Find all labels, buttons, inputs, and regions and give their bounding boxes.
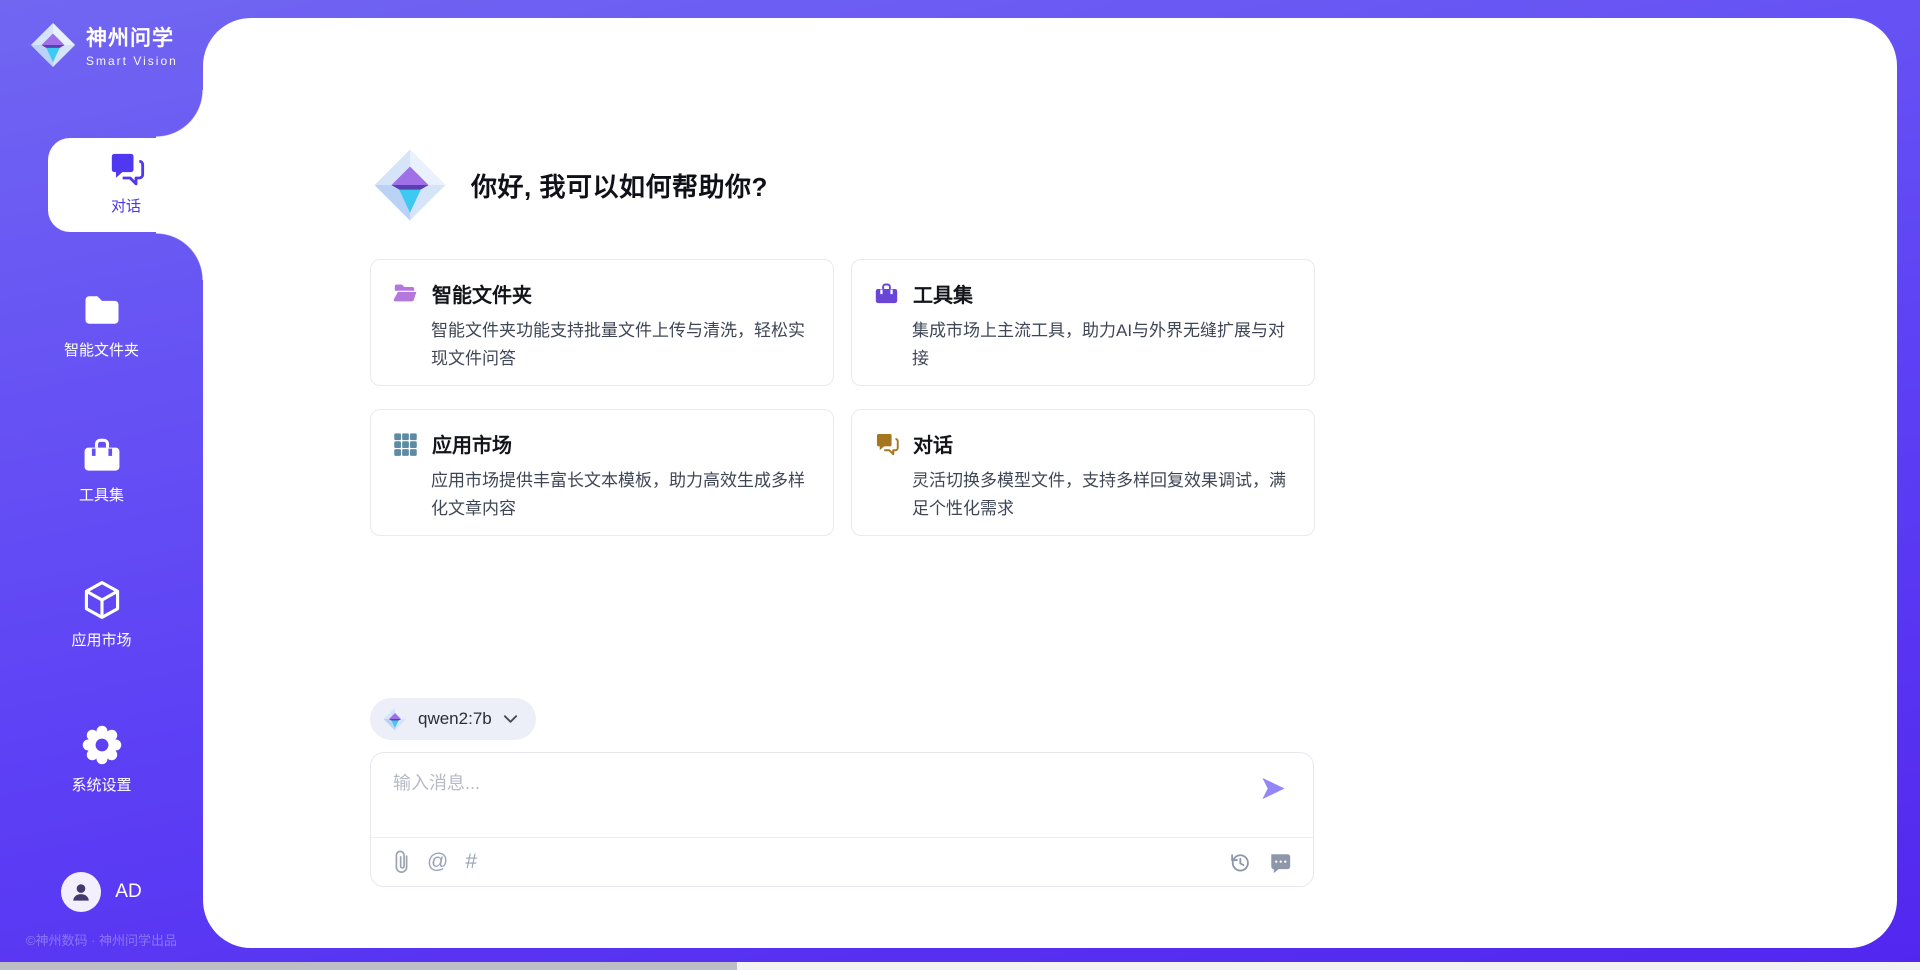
attach-button[interactable] — [393, 849, 410, 875]
scrollbar-thumb[interactable] — [0, 962, 737, 970]
gear-icon — [0, 723, 203, 767]
card-description: 应用市场提供丰富长文本模板，助力高效生成多样化文章内容 — [431, 467, 809, 523]
feature-card-toolbox[interactable]: 工具集 集成市场上主流工具，助力AI与外界无缝扩展与对接 — [851, 259, 1315, 386]
model-diamond-icon — [383, 707, 407, 731]
card-description: 智能文件夹功能支持批量文件上传与清洗，轻松实现文件问答 — [431, 317, 809, 373]
folder-open-icon — [392, 280, 419, 307]
feedback-button[interactable] — [1268, 851, 1291, 874]
sidebar-item-settings[interactable]: 系统设置 — [0, 723, 203, 795]
chat-icon — [873, 430, 900, 457]
grid-cube-icon — [392, 430, 419, 457]
greeting-title: 你好, 我可以如何帮助你? — [471, 167, 768, 204]
copyright-text: ©神州数码 · 神州问学出品 — [0, 930, 203, 949]
hash-icon: # — [465, 850, 477, 874]
paperclip-icon — [393, 849, 410, 875]
model-name: qwen2:7b — [418, 709, 492, 729]
model-selector[interactable]: qwen2:7b — [370, 698, 536, 740]
message-composer: @ # — [370, 752, 1314, 887]
send-button[interactable] — [1257, 775, 1289, 803]
history-button[interactable] — [1228, 851, 1251, 874]
feature-cards: 智能文件夹 智能文件夹功能支持批量文件上传与清洗，轻松实现文件问答 工具集 集成… — [370, 259, 1318, 536]
cube-icon — [0, 578, 203, 622]
history-icon — [1228, 851, 1251, 874]
active-tab-fillet-bottom — [156, 232, 204, 280]
card-title: 对话 — [913, 429, 953, 458]
feature-card-app-market[interactable]: 应用市场 应用市场提供丰富长文本模板，助力高效生成多样化文章内容 — [370, 409, 834, 536]
sidebar-item-label: 应用市场 — [0, 629, 203, 650]
sidebar-item-label: 系统设置 — [0, 774, 203, 795]
sidebar-item-label: 对话 — [48, 195, 204, 216]
brand-subtitle: Smart Vision — [86, 54, 178, 68]
folder-icon — [0, 288, 203, 332]
card-title: 应用市场 — [432, 429, 512, 458]
mention-button[interactable]: @ — [427, 850, 448, 874]
brand-diamond-icon — [30, 22, 76, 68]
card-description: 集成市场上主流工具，助力AI与外界无缝扩展与对接 — [912, 317, 1290, 373]
brand-name: 神州问学 — [86, 22, 178, 52]
brand-logo: 神州问学 Smart Vision — [30, 22, 178, 68]
person-icon — [69, 880, 93, 904]
card-title: 工具集 — [913, 279, 973, 308]
sidebar-item-label: 工具集 — [0, 484, 203, 505]
assistant-diamond-icon — [373, 148, 447, 222]
composer-toolbar: @ # — [393, 838, 1291, 886]
chat-icon — [48, 148, 204, 188]
comment-icon — [1268, 851, 1291, 874]
active-tab-fillet-top — [156, 90, 204, 138]
sidebar-item-app-market[interactable]: 应用市场 — [0, 578, 203, 650]
message-input[interactable] — [393, 769, 1213, 827]
toolbox-icon — [0, 433, 203, 477]
sidebar-item-label: 智能文件夹 — [0, 339, 203, 360]
feature-card-smart-folder[interactable]: 智能文件夹 智能文件夹功能支持批量文件上传与清洗，轻松实现文件问答 — [370, 259, 834, 386]
topic-button[interactable]: # — [465, 850, 477, 874]
chevron-down-icon — [503, 714, 518, 724]
user-profile[interactable]: AD — [0, 872, 203, 912]
toolbox-icon — [873, 280, 900, 307]
send-icon — [1258, 775, 1288, 802]
sidebar-item-toolbox[interactable]: 工具集 — [0, 433, 203, 505]
at-icon: @ — [427, 850, 448, 874]
sidebar-item-chat[interactable]: 对话 — [48, 148, 204, 216]
avatar[interactable] — [61, 872, 101, 912]
feature-card-chat[interactable]: 对话 灵活切换多模型文件，支持多样回复效果调试，满足个性化需求 — [851, 409, 1315, 536]
greeting: 你好, 我可以如何帮助你? — [373, 148, 768, 222]
sidebar-item-smart-folder[interactable]: 智能文件夹 — [0, 288, 203, 360]
card-title: 智能文件夹 — [432, 279, 532, 308]
user-initials: AD — [115, 881, 141, 903]
horizontal-scrollbar[interactable] — [0, 962, 1920, 970]
card-description: 灵活切换多模型文件，支持多样回复效果调试，满足个性化需求 — [912, 467, 1290, 523]
